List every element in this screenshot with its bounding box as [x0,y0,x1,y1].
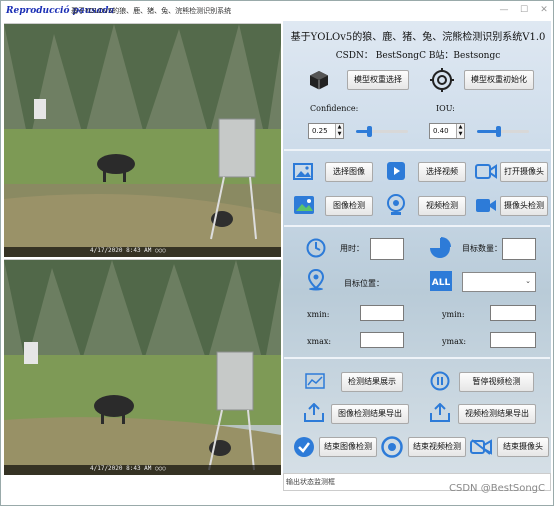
csdn-watermark: CSDN @BestSongC [449,483,545,494]
iou-spinbox[interactable]: 0.40 ▲ ▼ [429,123,465,139]
detect-video-button[interactable]: 视频检测 [418,196,466,216]
location-pin-icon [307,269,325,291]
app-subtitle: CSDN： BestSongC B站：Bestsongc [335,51,501,61]
clock-icon [306,238,326,258]
confidence-spinbox[interactable]: 0.25 ▲ ▼ [308,123,344,139]
xmin-field [360,305,404,321]
end-image-detection-button[interactable]: 结束图像检测 [319,437,377,457]
pie-chart-icon [430,237,451,258]
camera-timestamp: 4/17/2020 8:43 AM ○○○ [90,465,166,472]
upload-icon [304,403,324,422]
camera-icon [475,164,497,179]
close-button[interactable]: ✕ [537,3,551,17]
check-circle-icon [294,437,314,457]
confidence-slider[interactable] [356,126,408,137]
title-bar: Reproducció pausada 基于YOLOv5的狼、鹿、猪、兔、浣熊检… [1,1,553,21]
spin-arrows-icon[interactable]: ▲ ▼ [335,124,343,138]
end-video-detection-button[interactable]: 结束视频检测 [408,437,466,457]
xmin-label: xmin: [307,310,330,319]
ymax-label: ymax: [442,337,467,346]
image-detect-icon [294,196,314,214]
target-count-field [502,238,536,260]
ymax-field [490,332,536,348]
ymin-label: ymin: [442,310,465,319]
class-select[interactable]: ⌄ [462,272,536,292]
model-section: 基于YOLOv5的狼、鹿、猪、兔、浣熊检测识别系统V1.0 CSDN： Best… [284,21,550,151]
time-label: 用时： [340,244,364,253]
iou-slider[interactable] [477,126,529,137]
detect-image-button[interactable]: 图像检测 [325,196,373,216]
control-panel: 基于YOLOv5的狼、鹿、猪、兔、浣熊检测识别系统V1.0 CSDN： Best… [283,21,551,473]
result-image-panel: 4/17/2020 8:43 AM ○○○ [4,259,281,475]
export-video-results-button[interactable]: 视频检测结果导出 [458,404,536,424]
upload-icon [430,403,450,422]
ymin-field [490,305,536,321]
xmax-field [360,332,404,348]
image-icon [293,163,313,180]
pause-icon [430,371,450,391]
camera-off-icon [470,439,492,455]
time-field [370,238,404,260]
status-placeholder: 输出状态监测框 [286,478,335,486]
show-results-button[interactable]: 检测结果展示 [341,372,403,392]
cube-icon [310,71,328,90]
window-title: 基于YOLOv5的狼、鹿、猪、兔、浣熊检测识别系统 [71,7,232,15]
maximize-button[interactable]: ☐ [517,3,531,17]
line-chart-icon [305,373,325,389]
webcam-icon [387,194,405,215]
app-window: Reproducció pausada 基于YOLOv5的狼、鹿、猪、兔、浣熊检… [0,0,554,506]
xmax-label: xmax: [307,337,332,346]
spin-arrows-icon[interactable]: ▲ ▼ [456,124,464,138]
class-list-icon: ALL [430,271,452,291]
target-position-label: 目标位置： [344,279,384,288]
detect-camera-button[interactable]: 摄像头检测 [500,196,548,216]
minimize-button[interactable]: — [497,3,511,17]
camera-timestamp: 4/17/2020 8:43 AM ○○○ [90,247,166,254]
trail-camera-image [4,24,281,257]
select-video-button[interactable]: 选择视频 [418,162,466,182]
pause-video-button[interactable]: 暂停视频检测 [459,372,534,392]
model-init-button[interactable]: 模型权重初始化 [464,70,534,90]
target-icon [430,68,454,92]
iou-label: IOU: [436,104,455,113]
slider-thumb[interactable] [367,126,372,137]
results-section: 检测结果展示 暂停视频检测 图像检测结果导出 视频检测结果导出 结束图像检测 结… [284,361,550,471]
target-count-label: 目标数量： [462,244,502,253]
export-image-results-button[interactable]: 图像检测结果导出 [331,404,409,424]
detection-result-image [4,260,281,475]
open-camera-button[interactable]: 打开摄像头 [500,162,548,182]
svg-text:ALL: ALL [432,278,451,288]
iou-value: 0.40 [433,127,449,135]
video-camera-icon [476,199,496,212]
source-image-panel: 4/17/2020 8:43 AM ○○○ [4,23,281,257]
confidence-label: Confidence: [310,104,359,113]
select-image-button[interactable]: 选择图像 [325,162,373,182]
app-title: 基于YOLOv5的狼、鹿、猪、兔、浣熊检测识别系统V1.0 [290,32,546,43]
confidence-value: 0.25 [312,127,328,135]
model-select-button[interactable]: 模型权重选择 [347,70,409,90]
end-camera-button[interactable]: 结束摄像头 [497,437,549,457]
actions-section: 选择图像 选择视频 打开摄像头 图像检测 视频检测 摄像头检测 [284,153,550,227]
slider-thumb[interactable] [495,126,501,137]
video-file-icon [387,162,405,180]
stats-section: 用时： 目标数量： 目标位置： ALL ⌄ xmin: ymin: xmax: … [284,229,550,359]
stop-icon [381,436,403,458]
chevron-down-icon: ⌄ [525,277,531,285]
